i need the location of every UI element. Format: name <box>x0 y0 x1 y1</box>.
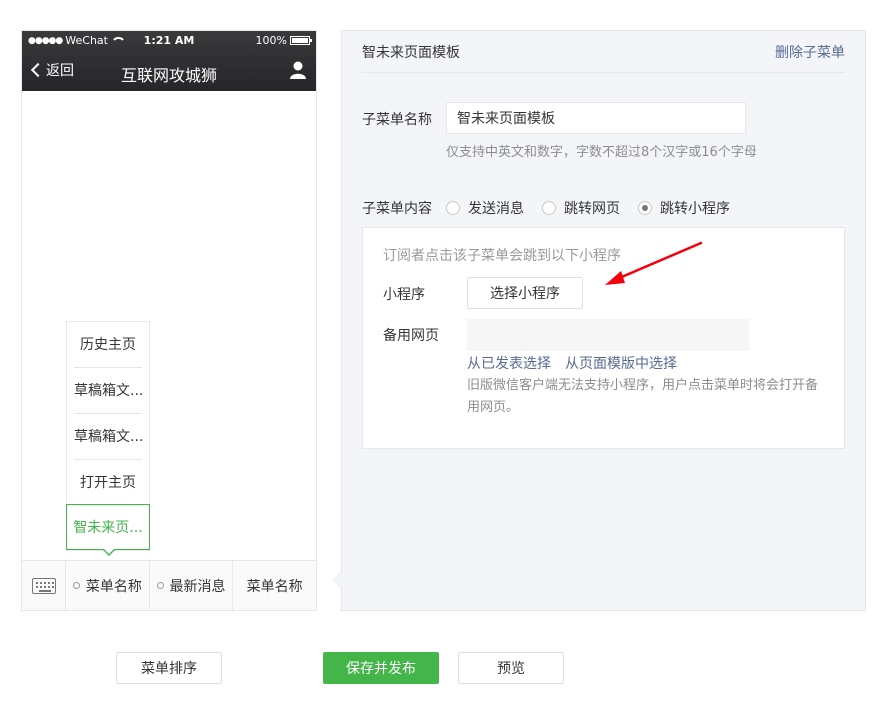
select-from-template-link[interactable]: 从页面模版中选择 <box>565 353 677 373</box>
submenu-item[interactable]: 草稿箱文... <box>74 368 142 414</box>
radio-label: 发送消息 <box>468 201 524 217</box>
submenu-item[interactable]: 历史主页 <box>74 322 142 368</box>
keyboard-icon <box>31 577 56 594</box>
battery-icon <box>290 36 312 45</box>
backup-webpage-note: 旧版微信客户端无法支持小程序，用户点击菜单时将会打开备用网页。 <box>467 378 819 415</box>
user-profile-icon[interactable] <box>290 61 306 79</box>
radio-jump-miniprogram[interactable]: 跳转小程序 <box>638 198 730 218</box>
keyboard-toggle-button[interactable] <box>22 561 66 610</box>
phone-preview: ●●●●● WeChat 1:21 AM 100% 返回 互联网攻城狮 历史主页 <box>21 30 317 611</box>
submenu-pointer <box>103 549 115 556</box>
submenu-item[interactable]: 打开主页 <box>74 460 142 506</box>
radio-button[interactable] <box>638 201 652 215</box>
submenu-name-label: 子菜单名称 <box>362 112 432 128</box>
radio-send-message[interactable]: 发送消息 <box>446 198 524 218</box>
submenu-editor-panel: 智未来页面模板 删除子菜单 子菜单名称 仅支持中英文和数字，字数不超过8个汉字或… <box>333 30 866 611</box>
select-miniprogram-button[interactable]: 选择小程序 <box>467 277 583 309</box>
submenu-item[interactable]: 草稿箱文... <box>74 414 142 460</box>
nav-bar: 返回 互联网攻城狮 <box>22 57 316 87</box>
annotation-arrow-icon <box>605 241 703 285</box>
backup-webpage-input[interactable] <box>467 319 749 351</box>
menu-tab-2[interactable]: 最新消息 <box>150 561 234 610</box>
menu-sort-button[interactable]: 菜单排序 <box>116 652 222 684</box>
miniprogram-label: 小程序 <box>383 287 425 303</box>
submenu-indicator-icon <box>72 582 80 589</box>
submenu-indicator-icon <box>156 582 164 589</box>
radio-label: 跳转网页 <box>564 201 620 217</box>
radio-jump-webpage[interactable]: 跳转网页 <box>542 198 620 218</box>
submenu-item-active[interactable]: 智未来页... <box>66 504 150 550</box>
status-bar: ●●●●● WeChat 1:21 AM 100% <box>22 31 316 51</box>
editor-header: 智未来页面模板 删除子菜单 <box>362 31 845 73</box>
miniprogram-intro: 订阅者点击该子菜单会跳到以下小程序 <box>383 248 621 264</box>
submenu-popup: 历史主页 草稿箱文... 草稿箱文... 打开主页 智未来页... <box>66 321 150 556</box>
backup-webpage-label: 备用网页 <box>383 328 439 344</box>
preview-button[interactable]: 预览 <box>458 652 564 684</box>
submenu-content-label: 子菜单内容 <box>362 201 432 217</box>
battery-percent: 100% <box>255 34 287 47</box>
submenu-name-hint: 仅支持中英文和数字，字数不超过8个汉字或16个字母 <box>446 145 757 160</box>
radio-button[interactable] <box>542 201 556 215</box>
content-type-radio-group: 发送消息 跳转网页 跳转小程序 <box>446 198 730 218</box>
menu-tab-label: 最新消息 <box>169 578 226 595</box>
select-from-published-link[interactable]: 从已发表选择 <box>467 353 551 373</box>
menu-tab-1[interactable]: 菜单名称 <box>66 561 150 610</box>
radio-button[interactable] <box>446 201 460 215</box>
save-publish-button[interactable]: 保存并发布 <box>323 652 439 684</box>
phone-header: ●●●●● WeChat 1:21 AM 100% 返回 互联网攻城狮 <box>22 31 316 91</box>
editor-title: 智未来页面模板 <box>362 45 460 61</box>
custom-menu-bar: 菜单名称 最新消息 菜单名称 <box>22 560 316 610</box>
account-title: 互联网攻城狮 <box>120 66 217 85</box>
menu-tab-label: 菜单名称 <box>85 578 142 595</box>
radio-label: 跳转小程序 <box>660 201 730 217</box>
menu-tab-label: 菜单名称 <box>246 578 303 595</box>
editor-pointer <box>333 571 342 589</box>
menu-tab-3[interactable]: 菜单名称 <box>233 561 316 610</box>
miniprogram-settings-box: 订阅者点击该子菜单会跳到以下小程序 小程序 选择小程序 备用网页 从已发表选择 … <box>362 227 845 449</box>
delete-submenu-link[interactable]: 删除子菜单 <box>775 42 845 62</box>
submenu-name-input[interactable] <box>446 102 746 134</box>
